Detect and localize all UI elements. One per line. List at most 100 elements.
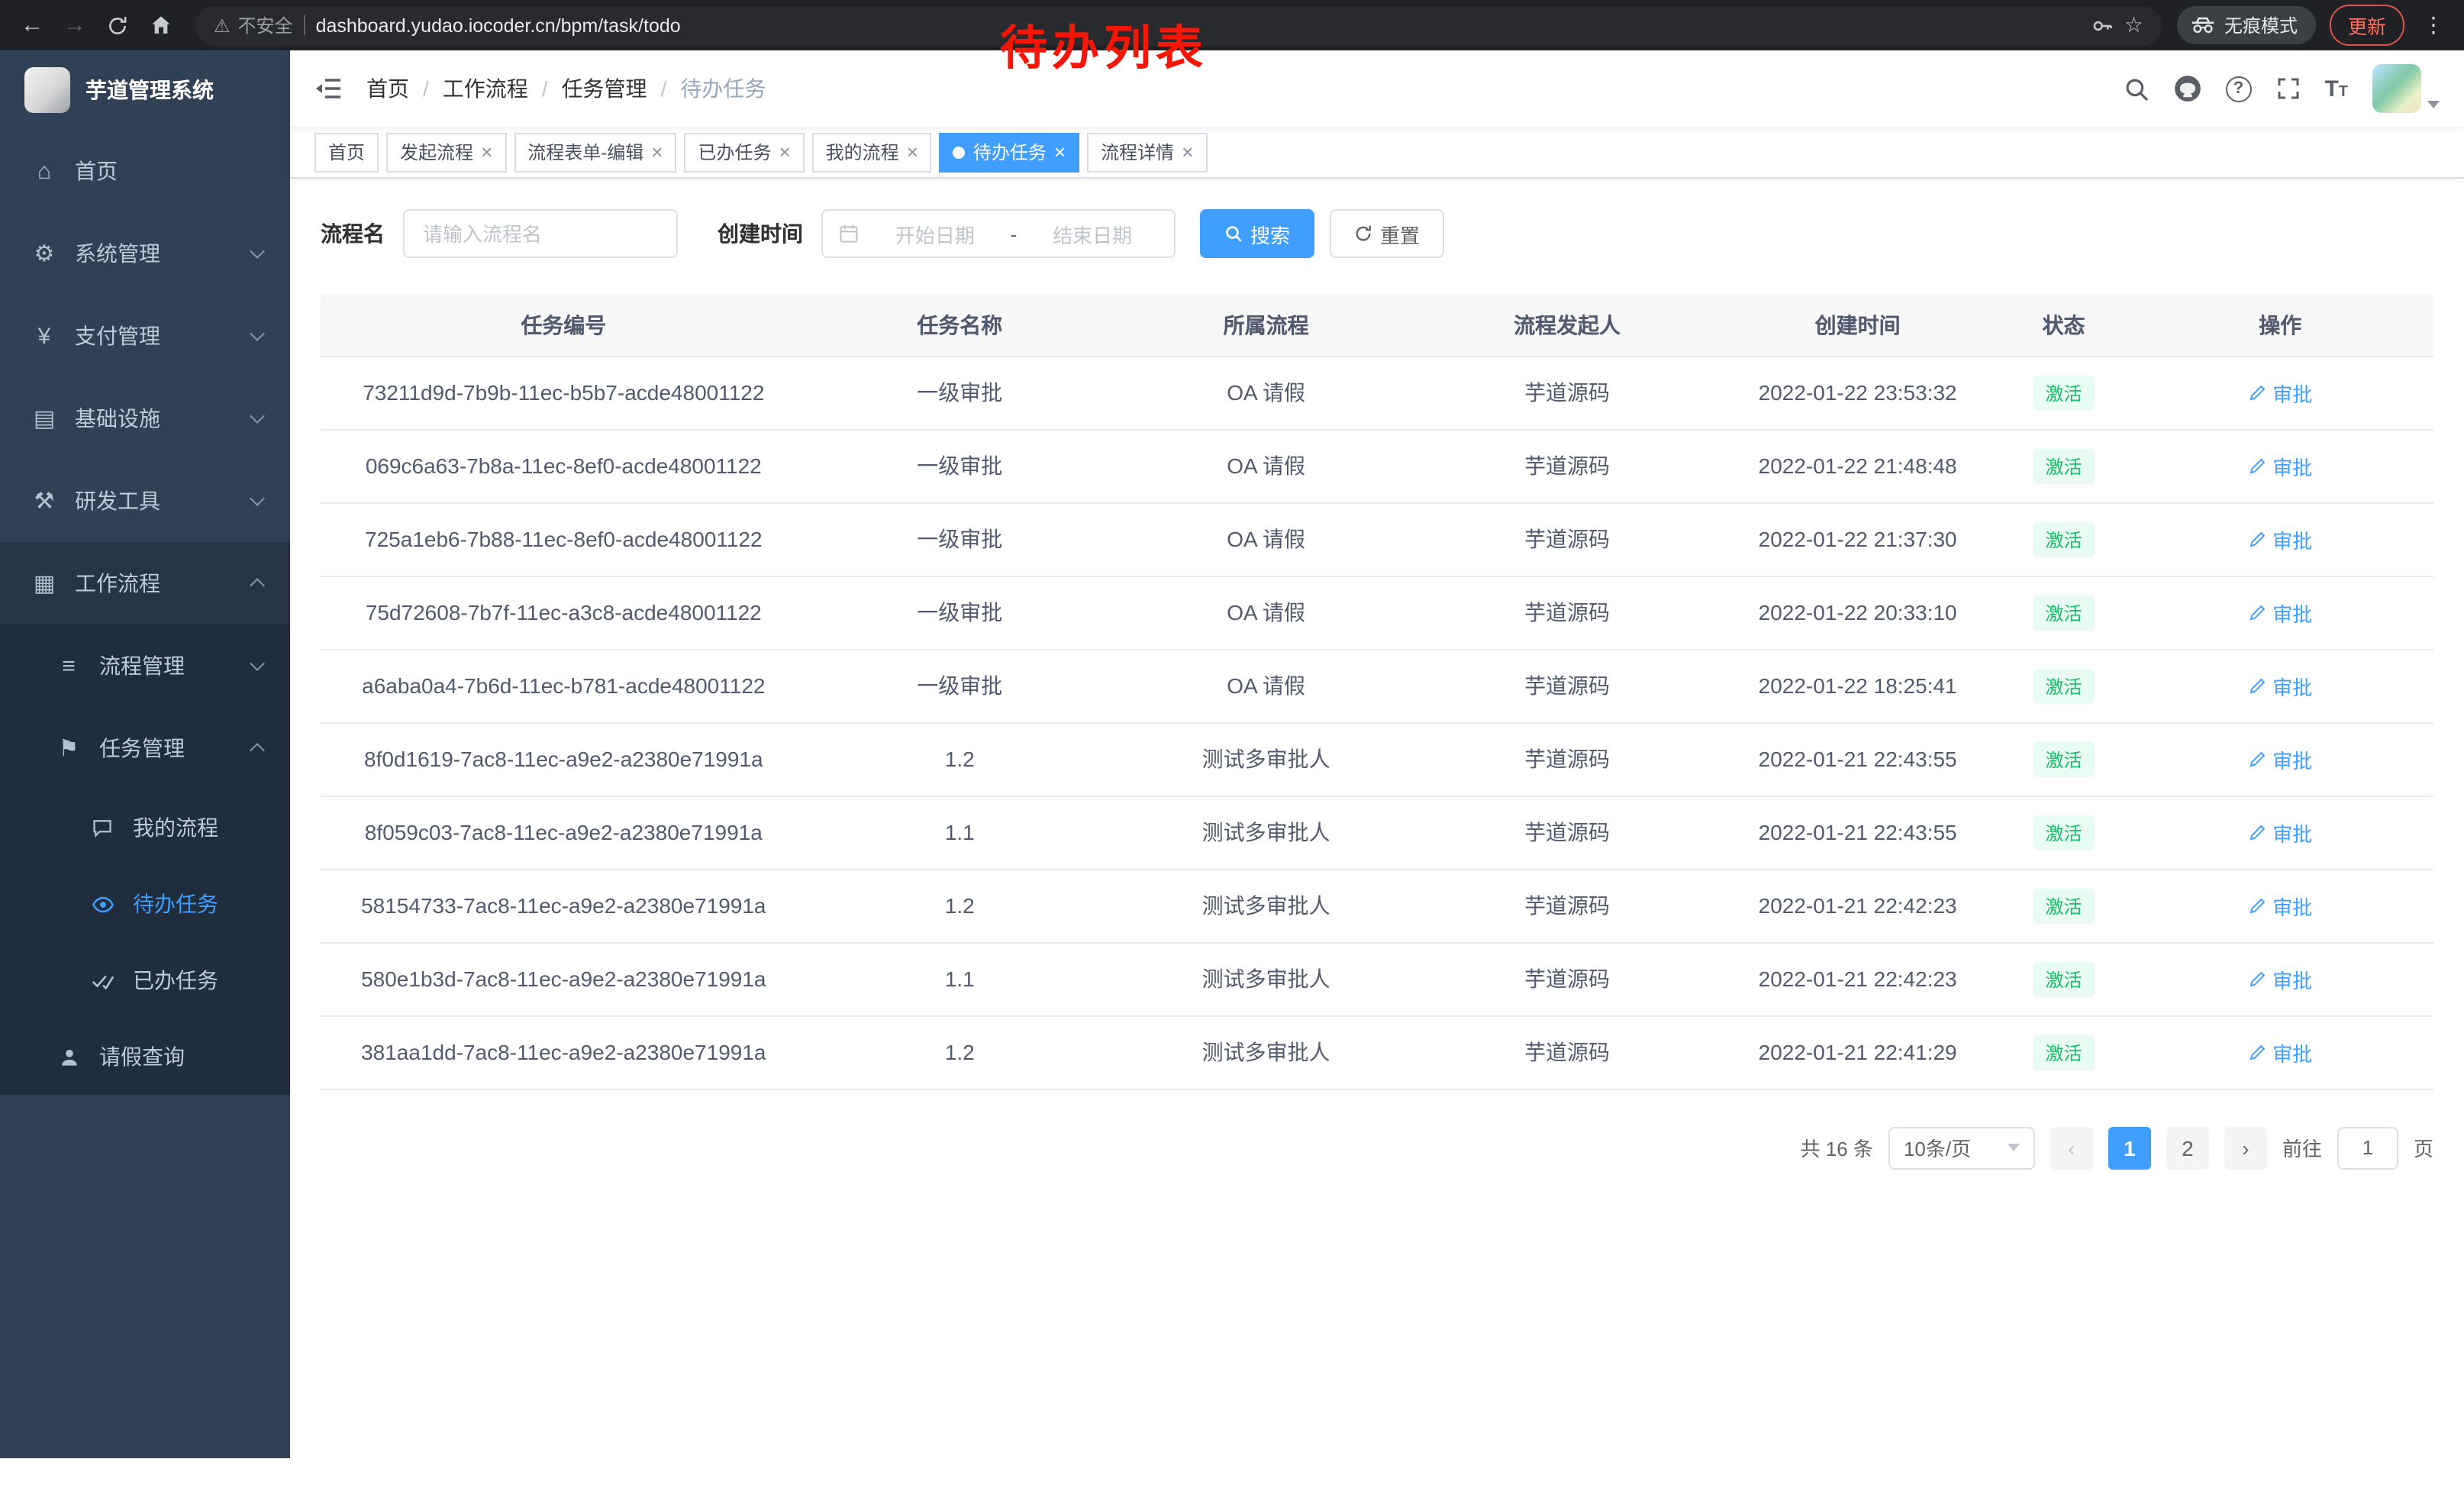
bookmark-star-icon[interactable]: ☆ <box>2124 12 2143 38</box>
sidebar-item-workflow[interactable]: ▦ 工作流程 <box>0 542 290 625</box>
sidebar-item-process-manage[interactable]: ≡ 流程管理 <box>0 625 290 707</box>
sidebar-item-label: 任务管理 <box>99 733 185 763</box>
sidebar-item-done-task[interactable]: 已办任务 <box>0 942 290 1018</box>
approve-link[interactable]: 审批 <box>2248 525 2312 554</box>
tab-todo-task[interactable]: 待办任务 × <box>940 132 1079 172</box>
sidebar-item-system[interactable]: ⚙ 系统管理 <box>0 212 290 295</box>
close-icon[interactable]: × <box>1182 142 1193 162</box>
double-check-icon <box>89 969 116 992</box>
date-range-picker[interactable]: 开始日期 - 结束日期 <box>821 209 1176 258</box>
close-icon[interactable]: × <box>651 142 663 162</box>
font-size-icon[interactable]: TT <box>2324 76 2348 102</box>
cell-process: 测试多审批人 <box>1113 796 1419 869</box>
tab-start-process[interactable]: 发起流程 × <box>386 132 506 172</box>
tab-process-form-edit[interactable]: 流程表单-编辑 × <box>514 132 676 172</box>
address-bar[interactable]: ⚠ 不安全 dashboard.yudao.iocoder.cn/bpm/tas… <box>195 5 2162 45</box>
sidebar-item-infrastructure[interactable]: ▤ 基础设施 <box>0 377 290 460</box>
status-badge: 激活 <box>2033 888 2094 923</box>
sidebar-fold-icon[interactable] <box>314 76 342 101</box>
github-icon[interactable] <box>2173 75 2201 102</box>
approve-link[interactable]: 审批 <box>2248 671 2312 700</box>
breadcrumb-workflow[interactable]: 工作流程 <box>443 73 528 104</box>
col-process: 所属流程 <box>1113 295 1419 356</box>
app-logo[interactable]: 芋道管理系统 <box>0 50 290 130</box>
cell-task-name: 1.1 <box>807 796 1113 869</box>
url-text[interactable]: dashboard.yudao.iocoder.cn/bpm/task/todo <box>316 15 681 36</box>
approve-link[interactable]: 审批 <box>2248 744 2312 773</box>
sidebar-item-label: 基础设施 <box>75 403 160 434</box>
cell-created: 2022-01-21 22:43:55 <box>1715 796 2001 869</box>
reload-icon[interactable] <box>98 5 137 45</box>
sidebar-item-my-process[interactable]: 我的流程 <box>0 789 290 866</box>
close-icon[interactable]: × <box>779 142 790 162</box>
cell-process: 测试多审批人 <box>1113 869 1419 942</box>
approve-link[interactable]: 审批 <box>2248 891 2312 920</box>
sidebar-item-todo-task[interactable]: 待办任务 <box>0 866 290 942</box>
close-icon[interactable]: × <box>481 142 492 162</box>
process-name-input[interactable] <box>403 209 678 258</box>
table-row: 8f0d1619-7ac8-11ec-a9e2-a2380e71991a 1.2… <box>321 722 2433 796</box>
sidebar-item-task-manage[interactable]: ⚑ 任务管理 <box>0 707 290 789</box>
fullscreen-icon[interactable] <box>2275 76 2300 101</box>
status-badge: 激活 <box>2033 815 2094 850</box>
next-page-button[interactable]: › <box>2224 1126 2267 1169</box>
approve-link[interactable]: 审批 <box>2248 964 2312 993</box>
table-row: 58154733-7ac8-11ec-a9e2-a2380e71991a 1.2… <box>321 869 2433 942</box>
cell-process: OA 请假 <box>1113 429 1419 502</box>
goto-page-input[interactable] <box>2337 1126 2398 1169</box>
cell-task-name: 1.2 <box>807 869 1113 942</box>
back-icon[interactable]: ← <box>12 5 52 45</box>
breadcrumb-task-manage[interactable]: 任务管理 <box>562 73 647 104</box>
start-date-placeholder[interactable]: 开始日期 <box>869 219 1001 248</box>
approve-link[interactable]: 审批 <box>2248 1038 2312 1067</box>
tab-process-detail[interactable]: 流程详情 × <box>1087 132 1207 172</box>
search-icon[interactable] <box>2123 76 2149 102</box>
approve-link[interactable]: 审批 <box>2248 818 2312 847</box>
cell-task-id: a6aba0a4-7b6d-11ec-b781-acde48001122 <box>321 649 807 722</box>
search-button[interactable]: 搜索 <box>1200 209 1314 258</box>
security-warning-icon[interactable]: ⚠ 不安全 <box>214 12 293 38</box>
tab-my-process[interactable]: 我的流程 × <box>812 132 932 172</box>
password-key-icon[interactable] <box>2092 15 2114 36</box>
sidebar-item-home[interactable]: ⌂ 首页 <box>0 130 290 212</box>
sidebar-item-leave-query[interactable]: 请假查询 <box>0 1018 290 1095</box>
yen-icon: ¥ <box>31 323 58 349</box>
sidebar-item-devtools[interactable]: ⚒ 研发工具 <box>0 460 290 542</box>
cell-task-id: 381aa1dd-7ac8-11ec-a9e2-a2380e71991a <box>321 1015 807 1089</box>
update-button[interactable]: 更新 <box>2330 5 2404 46</box>
help-icon[interactable]: ? <box>2225 76 2251 102</box>
end-date-placeholder[interactable]: 结束日期 <box>1026 219 1159 248</box>
breadcrumb-home[interactable]: 首页 <box>366 73 409 104</box>
dashboard-icon: ⌂ <box>31 158 58 184</box>
top-navbar: 首页 / 工作流程 / 任务管理 / 待办任务 ? <box>290 50 2464 127</box>
cell-task-name: 一级审批 <box>807 502 1113 576</box>
user-menu[interactable] <box>2372 64 2440 113</box>
calendar-icon <box>838 223 859 244</box>
prev-page-button[interactable]: ‹ <box>2050 1126 2093 1169</box>
page-button-2[interactable]: 2 <box>2166 1126 2209 1169</box>
home-icon[interactable] <box>140 5 180 45</box>
approve-link[interactable]: 审批 <box>2248 451 2312 480</box>
flag-icon: ⚑ <box>55 734 82 762</box>
approve-link[interactable]: 审批 <box>2248 378 2312 407</box>
cell-initiator: 芋道源码 <box>1419 722 1715 796</box>
cell-created: 2022-01-21 22:41:29 <box>1715 1015 2001 1089</box>
chevron-down-icon <box>250 326 265 341</box>
chat-icon <box>89 817 116 838</box>
forward-icon[interactable]: → <box>55 5 95 45</box>
approve-link[interactable]: 审批 <box>2248 598 2312 627</box>
close-icon[interactable]: × <box>907 142 918 162</box>
tab-home[interactable]: 首页 <box>314 132 379 172</box>
chevron-down-icon <box>2427 101 2440 108</box>
filter-bar: 流程名 创建时间 开始日期 - 结束日期 搜索 <box>321 209 2433 258</box>
page-button-1[interactable]: 1 <box>2108 1126 2151 1169</box>
browser-menu-icon[interactable]: ⋮ <box>2418 12 2449 38</box>
tab-done-task[interactable]: 已办任务 × <box>684 132 804 172</box>
eye-icon <box>89 893 116 915</box>
status-badge: 激活 <box>2033 961 2094 996</box>
close-icon[interactable]: × <box>1054 142 1066 162</box>
reset-button[interactable]: 重置 <box>1330 209 1444 258</box>
page-size-select[interactable]: 10条/页 <box>1888 1126 2035 1169</box>
sidebar-item-payment[interactable]: ¥ 支付管理 <box>0 295 290 377</box>
cell-initiator: 芋道源码 <box>1419 429 1715 502</box>
